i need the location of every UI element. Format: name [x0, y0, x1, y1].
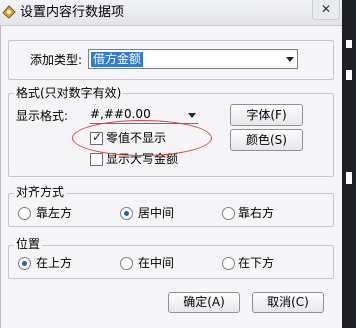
position-middle-radio[interactable]: [120, 257, 133, 270]
radio-dot-icon: [124, 211, 129, 216]
background-window-edge: [342, 0, 356, 328]
color-button[interactable]: 颜色(S): [230, 129, 303, 151]
align-center-label: 居中间: [138, 206, 175, 220]
align-left-radio[interactable]: [18, 207, 31, 220]
annotation-ellipse: [72, 120, 212, 156]
radio-dot-icon: [22, 261, 27, 266]
format-group-legend: 格式(只对数字有效): [14, 86, 124, 100]
position-bottom-label: 在下方: [238, 256, 275, 270]
show-uppercase-checkbox[interactable]: [90, 153, 103, 166]
background-edge-mark: [346, 172, 352, 184]
align-right-label: 靠右方: [238, 206, 275, 220]
position-group-legend: 位置: [14, 237, 43, 251]
position-top-label: 在上方: [36, 256, 73, 270]
app-icon: [1, 4, 17, 20]
background-edge-mark: [346, 40, 352, 48]
position-bottom-radio[interactable]: [222, 257, 235, 270]
add-type-value: 借方金额: [91, 52, 144, 67]
align-center-radio[interactable]: [120, 207, 133, 220]
position-top-radio[interactable]: [18, 257, 31, 270]
add-type-label: 添加类型:: [30, 53, 83, 67]
align-group-legend: 对齐方式: [14, 185, 67, 199]
align-left-label: 靠左方: [36, 206, 73, 220]
window-title: 设置内容行数据项: [20, 5, 125, 20]
position-middle-label: 在中间: [138, 256, 175, 270]
chevron-down-icon: [286, 57, 294, 62]
align-right-radio[interactable]: [222, 207, 235, 220]
cancel-button[interactable]: 取消(C): [252, 292, 324, 313]
chevron-down-icon: [188, 113, 196, 118]
ok-button[interactable]: 确定(A): [168, 292, 240, 313]
close-icon[interactable]: ✕: [312, 0, 340, 20]
font-button[interactable]: 字体(F): [230, 104, 303, 126]
display-format-label: 显示格式:: [16, 109, 69, 123]
background-edge-mark: [346, 70, 352, 80]
add-type-select[interactable]: 借方金额: [88, 49, 298, 69]
